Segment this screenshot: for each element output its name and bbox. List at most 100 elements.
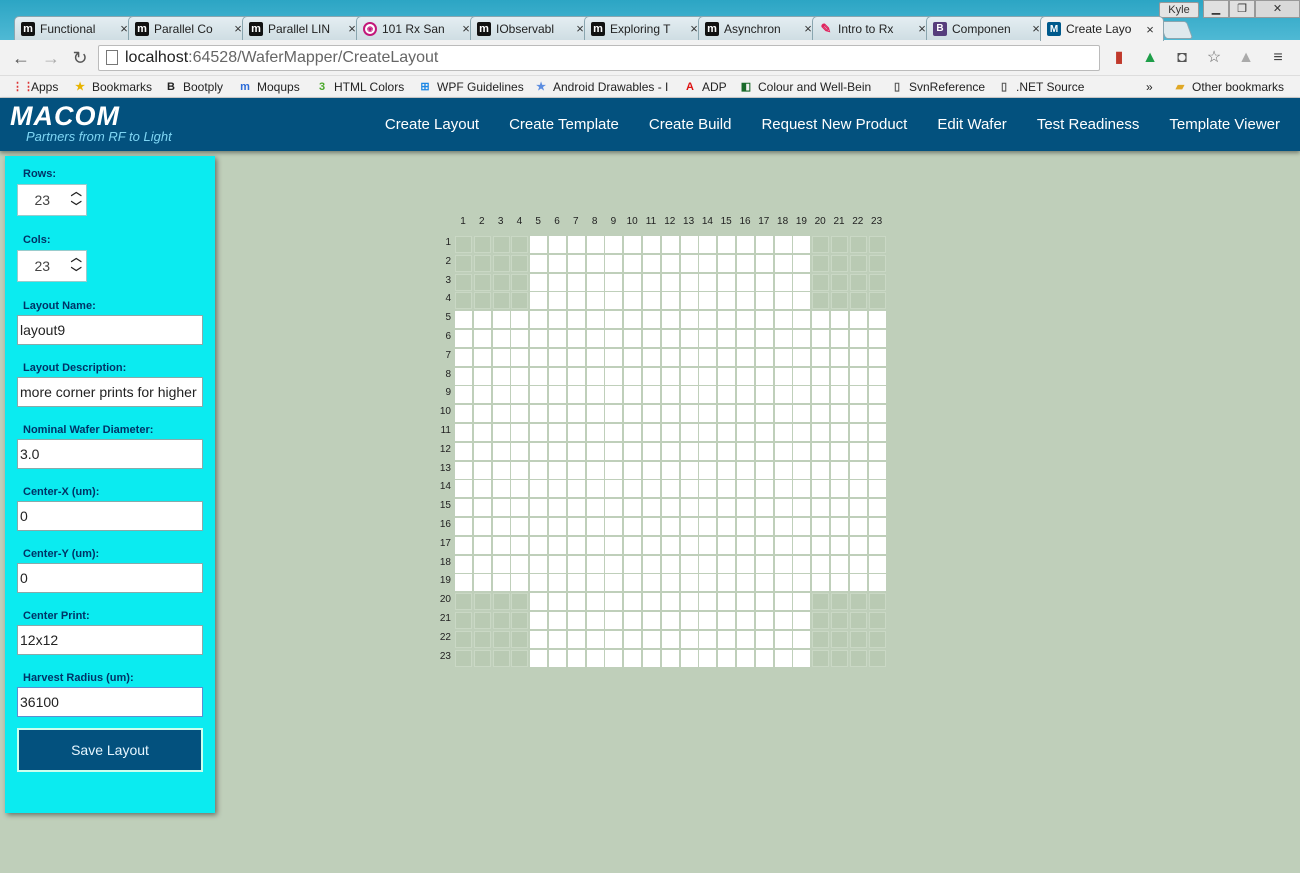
wafer-cell-active[interactable] xyxy=(774,236,792,253)
wafer-cell-active[interactable] xyxy=(605,273,623,291)
wafer-cell-active[interactable] xyxy=(755,348,773,366)
wafer-cell-active[interactable] xyxy=(624,367,642,385)
wafer-cell-active[interactable] xyxy=(849,461,867,479)
wafer-cell-active[interactable] xyxy=(680,612,698,629)
wafer-cell-active[interactable] xyxy=(567,593,585,611)
bookmark-item[interactable]: ▯ SvnReference xyxy=(890,79,985,95)
wafer-cell-active[interactable] xyxy=(680,386,698,404)
wafer-cell-active[interactable] xyxy=(661,348,679,366)
wafer-cell-active[interactable] xyxy=(831,536,848,554)
wafer-cell-active[interactable] xyxy=(643,292,660,310)
wafer-cell-active[interactable] xyxy=(831,386,848,404)
wafer-cell-active[interactable] xyxy=(699,518,717,535)
rows-stepper[interactable]: 23 ︿ ﹀ xyxy=(17,184,87,216)
wafer-cell-active[interactable] xyxy=(774,348,792,366)
wafer-cell-active[interactable] xyxy=(530,348,548,366)
wafer-cell-active[interactable] xyxy=(793,574,811,592)
wafer-cell-active[interactable] xyxy=(511,367,529,385)
wafer-cell-active[interactable] xyxy=(643,386,660,404)
wafer-cell-inactive[interactable] xyxy=(812,254,830,272)
wafer-cell-active[interactable] xyxy=(718,254,736,272)
star-icon[interactable]: ☆ xyxy=(1205,49,1223,67)
wafer-cell-active[interactable] xyxy=(455,330,472,347)
wafer-cell-active[interactable] xyxy=(605,311,623,329)
wafer-cell-active[interactable] xyxy=(793,273,811,291)
wafer-cell-active[interactable] xyxy=(774,442,792,460)
wafer-cell-active[interactable] xyxy=(755,499,773,517)
wafer-cell-active[interactable] xyxy=(549,461,566,479)
wafer-cell-active[interactable] xyxy=(831,330,848,347)
chevron-down-icon[interactable]: ﹀ xyxy=(67,266,86,281)
wafer-cell-active[interactable] xyxy=(473,424,491,441)
wafer-cell-active[interactable] xyxy=(605,649,623,667)
wafer-cell-active[interactable] xyxy=(812,348,830,366)
wafer-cell-active[interactable] xyxy=(567,386,585,404)
wafer-cell-active[interactable] xyxy=(868,461,886,479)
nav-link[interactable]: Test Readiness xyxy=(1037,116,1140,133)
wafer-cell-active[interactable] xyxy=(473,480,491,498)
wafer-cell-active[interactable] xyxy=(530,480,548,498)
wafer-cell-active[interactable] xyxy=(718,480,736,498)
wafer-cell-active[interactable] xyxy=(567,348,585,366)
wafer-cell-active[interactable] xyxy=(699,330,717,347)
wafer-cell-active[interactable] xyxy=(737,555,754,573)
wafer-cell-active[interactable] xyxy=(699,480,717,498)
wafer-cell-inactive[interactable] xyxy=(812,612,830,629)
wafer-cell-active[interactable] xyxy=(530,499,548,517)
wafer-cell-active[interactable] xyxy=(643,555,660,573)
reload-icon[interactable]: ↻ xyxy=(68,46,92,70)
wafer-cell-active[interactable] xyxy=(624,574,642,592)
wafer-cell-active[interactable] xyxy=(718,236,736,253)
wafer-cell-active[interactable] xyxy=(737,424,754,441)
wafer-cell-active[interactable] xyxy=(718,330,736,347)
wafer-cell-active[interactable] xyxy=(849,442,867,460)
wafer-cell-active[interactable] xyxy=(812,518,830,535)
wafer-cell-inactive[interactable] xyxy=(473,612,491,629)
wafer-cell-active[interactable] xyxy=(567,254,585,272)
wafer-cell-active[interactable] xyxy=(849,367,867,385)
wafer-cell-active[interactable] xyxy=(586,405,604,423)
wafer-cell-active[interactable] xyxy=(737,273,754,291)
tab[interactable]: m Parallel Co × xyxy=(128,16,252,40)
wafer-cell-active[interactable] xyxy=(455,461,472,479)
bookmark-item[interactable]: ★ Android Drawables - I xyxy=(534,79,668,95)
wafer-cell-active[interactable] xyxy=(755,254,773,272)
wafer-cell-inactive[interactable] xyxy=(511,593,529,611)
wafer-cell-inactive[interactable] xyxy=(455,593,472,611)
wafer-cell-active[interactable] xyxy=(755,555,773,573)
wafer-cell-active[interactable] xyxy=(755,330,773,347)
wafer-cell-active[interactable] xyxy=(849,405,867,423)
wafer-cell-active[interactable] xyxy=(511,480,529,498)
wafer-cell-active[interactable] xyxy=(699,405,717,423)
wafer-cell-active[interactable] xyxy=(793,405,811,423)
wafer-cell-active[interactable] xyxy=(661,649,679,667)
wafer-cell-active[interactable] xyxy=(718,630,736,648)
wafer-cell-active[interactable] xyxy=(567,273,585,291)
wafer-cell-active[interactable] xyxy=(586,292,604,310)
forward-icon[interactable]: → xyxy=(39,46,63,70)
wafer-cell-active[interactable] xyxy=(643,311,660,329)
wafer-cell-inactive[interactable] xyxy=(868,254,886,272)
wafer-cell-active[interactable] xyxy=(680,442,698,460)
wafer-cell-active[interactable] xyxy=(549,348,566,366)
wafer-cell-inactive[interactable] xyxy=(455,254,472,272)
wafer-cell-active[interactable] xyxy=(774,254,792,272)
wafer-cell-active[interactable] xyxy=(737,442,754,460)
wafer-cell-active[interactable] xyxy=(605,630,623,648)
wafer-cell-active[interactable] xyxy=(680,630,698,648)
wafer-cell-active[interactable] xyxy=(605,442,623,460)
wafer-cell-active[interactable] xyxy=(492,367,510,385)
wafer-cell-inactive[interactable] xyxy=(812,292,830,310)
wafer-cell-active[interactable] xyxy=(793,612,811,629)
wafer-cell-active[interactable] xyxy=(737,311,754,329)
wafer-cell-active[interactable] xyxy=(755,593,773,611)
wafer-cell-active[interactable] xyxy=(492,461,510,479)
wafer-cell-active[interactable] xyxy=(774,593,792,611)
wafer-cell-active[interactable] xyxy=(567,424,585,441)
bookmark-item[interactable]: B Bootply xyxy=(164,79,223,95)
tab[interactable]: m IObservabl × xyxy=(470,16,594,40)
wafer-cell-active[interactable] xyxy=(718,424,736,441)
wafer-cell-active[interactable] xyxy=(586,461,604,479)
wafer-cell-active[interactable] xyxy=(549,405,566,423)
wafer-cell-active[interactable] xyxy=(774,424,792,441)
